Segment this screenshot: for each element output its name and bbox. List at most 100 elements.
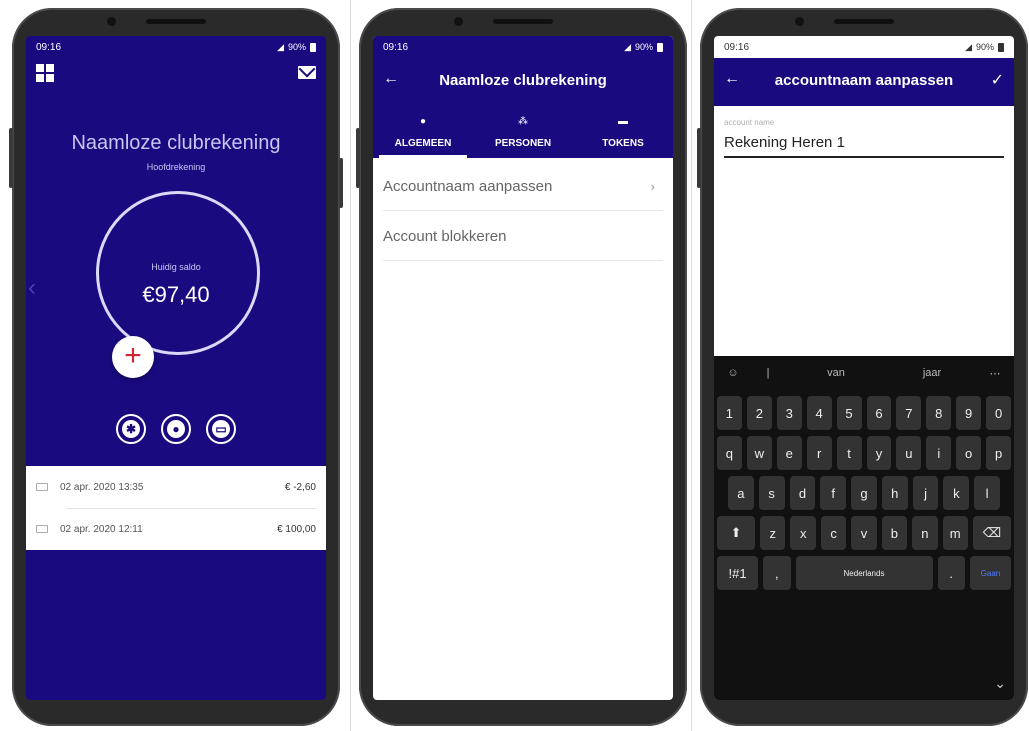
- action-buttons: ✱ ● ▭: [26, 414, 326, 444]
- phone-frame-3: 09:16 ◢ 90% ← accountnaam aanpassen ✓ ac…: [697, 8, 1028, 726]
- tab-algemeen[interactable]: ● ALGEMEEN: [373, 106, 473, 158]
- emoji-icon[interactable]: ☺: [718, 367, 748, 379]
- key[interactable]: c: [820, 516, 847, 550]
- battery-percent: 90%: [287, 42, 306, 52]
- volume-button: [9, 128, 13, 188]
- menu-item-block[interactable]: Account blokkeren: [373, 212, 673, 260]
- key[interactable]: 9: [956, 396, 982, 430]
- battery-icon: [998, 42, 1004, 52]
- volume-button: [356, 128, 360, 188]
- key[interactable]: 5: [836, 396, 862, 430]
- transaction-date: 02 apr. 2020 13:35: [60, 481, 144, 493]
- key[interactable]: b: [881, 516, 908, 550]
- key[interactable]: q: [716, 436, 742, 470]
- key[interactable]: m: [942, 516, 968, 550]
- add-button[interactable]: +: [112, 336, 154, 378]
- keyboard-row-bottom: !#1 , Nederlands . Gaan: [714, 556, 1014, 590]
- key[interactable]: l: [974, 476, 1001, 510]
- list-item[interactable]: 02 apr. 2020 12:11 € 100,00: [26, 508, 326, 550]
- keyboard-row-3: ⬆ z x c v b n m ⌫: [714, 516, 1014, 550]
- symbols-key[interactable]: !#1: [717, 556, 759, 590]
- chevron-down-icon[interactable]: ⌄: [994, 675, 1006, 692]
- more-icon[interactable]: ⋯: [980, 367, 1010, 380]
- backspace-key[interactable]: ⌫: [972, 516, 1012, 550]
- key[interactable]: 1: [716, 396, 742, 430]
- key[interactable]: 2: [746, 396, 772, 430]
- key[interactable]: 0: [986, 396, 1012, 430]
- status-icons: ◢ 90%: [965, 42, 1004, 53]
- key[interactable]: i: [926, 436, 952, 470]
- signal-icon: ◢: [965, 41, 972, 52]
- key[interactable]: s: [758, 476, 785, 510]
- account-type: Hoofdrekening: [146, 162, 206, 172]
- menu-item-label: Accountnaam aanpassen: [383, 177, 553, 195]
- people-icon: ⁂: [518, 116, 528, 127]
- field-underline: [724, 156, 1004, 158]
- key[interactable]: x: [790, 516, 816, 550]
- shift-key[interactable]: ⬆: [716, 516, 756, 550]
- key[interactable]: 4: [806, 396, 832, 430]
- key[interactable]: d: [789, 476, 816, 510]
- key[interactable]: t: [836, 436, 862, 470]
- key[interactable]: 6: [866, 396, 892, 430]
- card-icon: ▬: [618, 116, 628, 127]
- card-icon: [36, 483, 48, 491]
- period-key[interactable]: .: [937, 556, 965, 590]
- check-icon[interactable]: ✓: [991, 70, 1004, 90]
- menu-item-rename[interactable]: Accountnaam aanpassen ›: [373, 162, 673, 210]
- menu-grid-icon[interactable]: [36, 64, 54, 82]
- signal-icon: ◢: [277, 41, 284, 52]
- screen-dashboard: 09:16 ◢ 90% Naamloze clubrekening Hoofdr…: [26, 36, 326, 700]
- suggestion[interactable]: jaar: [884, 367, 980, 379]
- app-bar: ← accountnaam aanpassen ✓: [714, 58, 1014, 106]
- key[interactable]: u: [896, 436, 922, 470]
- transaction-amount: € 100,00: [277, 523, 316, 535]
- members-button[interactable]: ●: [161, 414, 191, 444]
- key[interactable]: g: [851, 476, 877, 510]
- key[interactable]: n: [912, 516, 938, 550]
- status-icons: ◢ 90%: [277, 42, 316, 53]
- people-icon: ●: [167, 420, 185, 438]
- gear-icon: ✱: [122, 420, 140, 438]
- key[interactable]: 7: [896, 396, 922, 430]
- battery-percent: 90%: [975, 42, 994, 52]
- card-button[interactable]: ▭: [206, 414, 236, 444]
- key[interactable]: a: [727, 476, 754, 510]
- key[interactable]: 8: [926, 396, 952, 430]
- account-name-field[interactable]: Rekening Heren 1: [724, 134, 845, 151]
- space-key[interactable]: Nederlands: [795, 556, 933, 590]
- battery-percent: 90%: [634, 42, 653, 52]
- menu-item-label: Account blokkeren: [383, 227, 507, 245]
- divider: |: [766, 367, 770, 379]
- settings-button[interactable]: ✱: [116, 414, 146, 444]
- go-key[interactable]: Gaan: [969, 556, 1011, 590]
- key[interactable]: f: [820, 476, 847, 510]
- screen-rename-account: 09:16 ◢ 90% ← accountnaam aanpassen ✓ ac…: [714, 36, 1014, 700]
- mail-icon[interactable]: [298, 66, 316, 79]
- key[interactable]: o: [956, 436, 982, 470]
- key[interactable]: k: [943, 476, 970, 510]
- key[interactable]: e: [776, 436, 802, 470]
- key[interactable]: r: [806, 436, 832, 470]
- key[interactable]: y: [866, 436, 892, 470]
- battery-icon: [310, 42, 316, 52]
- divider: [350, 0, 351, 731]
- tab-label: ALGEMEEN: [394, 138, 452, 149]
- suggestion[interactable]: van: [788, 367, 884, 379]
- key[interactable]: 3: [776, 396, 802, 430]
- key[interactable]: z: [760, 516, 786, 550]
- page-title: Naamloze clubrekening: [439, 72, 607, 89]
- key[interactable]: p: [986, 436, 1012, 470]
- front-camera: [454, 17, 463, 26]
- key[interactable]: j: [912, 476, 939, 510]
- transaction-amount: € -2,60: [284, 481, 316, 493]
- signal-icon: ◢: [624, 41, 631, 52]
- list-item[interactable]: 02 apr. 2020 13:35 € -2,60: [26, 466, 326, 508]
- key[interactable]: v: [851, 516, 877, 550]
- tab-tokens[interactable]: ▬ TOKENS: [573, 106, 673, 158]
- tab-personen[interactable]: ⁂ PERSONEN: [473, 106, 573, 158]
- status-icons: ◢ 90%: [624, 42, 663, 53]
- key[interactable]: w: [746, 436, 772, 470]
- comma-key[interactable]: ,: [763, 556, 791, 590]
- key[interactable]: h: [881, 476, 908, 510]
